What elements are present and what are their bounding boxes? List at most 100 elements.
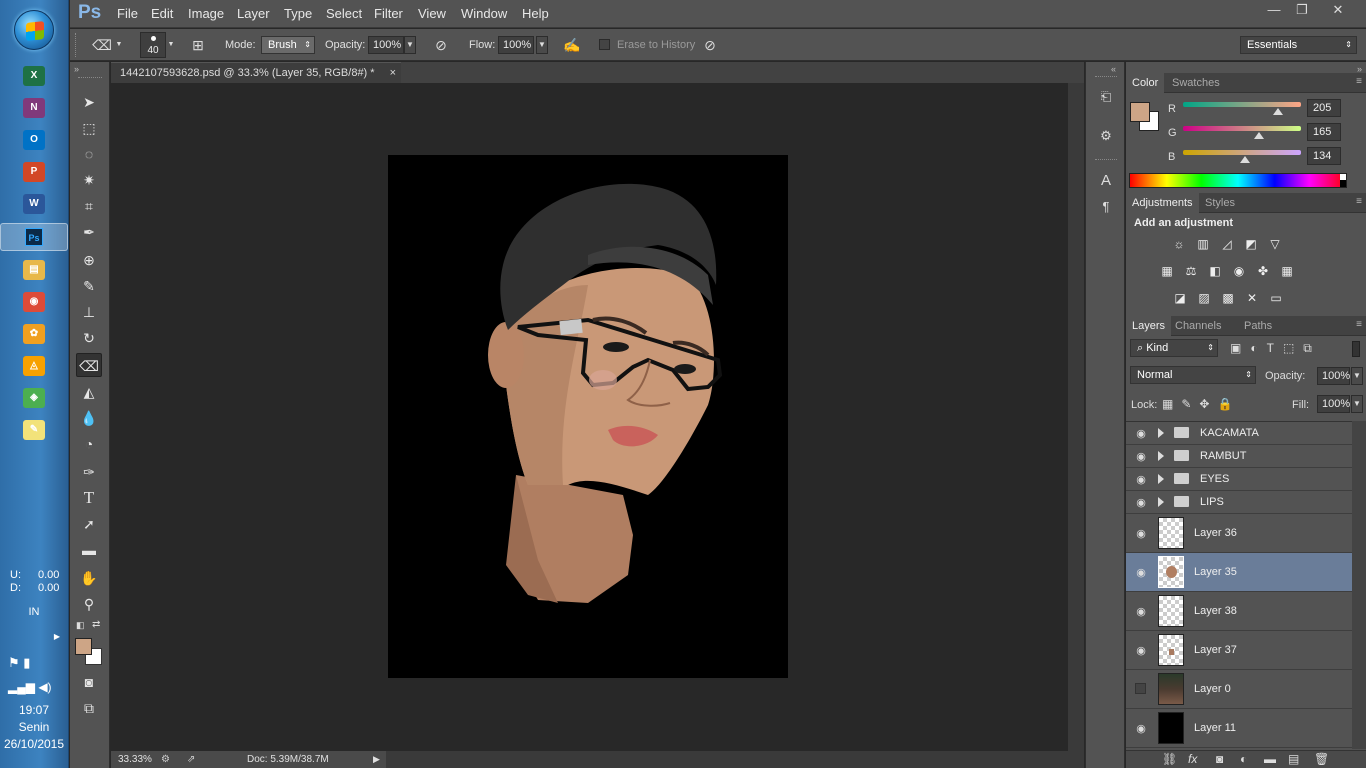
layer-mask-icon[interactable]: ◙ [1216, 752, 1223, 766]
expand-group-icon[interactable] [1158, 497, 1164, 507]
selective-color-icon[interactable]: ✕ [1243, 290, 1261, 306]
clock-time[interactable]: 19:07 [0, 703, 68, 717]
layer-group-row[interactable]: ◉ LIPS [1126, 491, 1352, 514]
layer-style-icon[interactable]: fx [1188, 752, 1197, 766]
tab-color[interactable]: Color [1126, 73, 1165, 93]
layer-name[interactable]: Layer 11 [1194, 722, 1236, 734]
volume-icon[interactable]: ◀) [38, 680, 51, 694]
layer-name[interactable]: Layer 35 [1194, 566, 1237, 578]
spectrum-black-swatch[interactable] [1340, 180, 1346, 187]
dodge-tool-icon[interactable]: ◔ [76, 432, 102, 456]
menu-help[interactable]: Help [522, 6, 549, 21]
posterize-icon[interactable]: ▨ [1195, 290, 1213, 306]
channel-r-slider[interactable] [1183, 102, 1301, 107]
lock-transparent-icon[interactable]: ▦ [1162, 397, 1181, 411]
taskbar-app-word[interactable]: W [23, 194, 45, 214]
exposure-icon[interactable]: ◩ [1242, 236, 1260, 252]
menu-view[interactable]: View [418, 6, 446, 21]
share-icon[interactable]: ⇗ [187, 751, 195, 768]
start-button[interactable] [14, 10, 54, 50]
hue-saturation-icon[interactable]: ▦ [1158, 263, 1176, 279]
minimize-button[interactable]: — [1260, 0, 1288, 20]
menu-filter[interactable]: Filter [374, 6, 403, 21]
menu-file[interactable]: File [117, 6, 138, 21]
layer-row[interactable]: Layer 0 [1126, 670, 1352, 709]
menu-edit[interactable]: Edit [151, 6, 173, 21]
history-brush-tool-icon[interactable]: ↻ [76, 326, 102, 350]
zoom-tool-icon[interactable]: ⚲ [76, 592, 102, 616]
channel-r-value[interactable]: 205 [1307, 99, 1341, 117]
erase-to-history-checkbox[interactable] [599, 39, 610, 50]
taskbar-app-explorer[interactable]: ▤ [23, 260, 45, 280]
tab-adjustments[interactable]: Adjustments [1126, 193, 1199, 213]
battery-icon[interactable]: ▮ [23, 655, 30, 670]
strip-grip[interactable] [1095, 76, 1117, 77]
tools-collapse-icon[interactable]: » [74, 64, 79, 74]
threshold-icon[interactable]: ▩ [1219, 290, 1237, 306]
document-canvas[interactable] [388, 155, 788, 678]
airbrush-icon[interactable]: ✍ [562, 36, 582, 56]
brush-panel-toggle-icon[interactable]: ⊞ [188, 36, 208, 56]
taskbar-app-outlook[interactable]: O [23, 130, 45, 150]
type-tool-icon[interactable]: T [76, 486, 102, 510]
layer-filter-select[interactable]: ⌕ Kind ⇕ [1130, 339, 1218, 357]
options-grip[interactable] [75, 33, 78, 57]
document-tab[interactable]: 1442107593628.psd @ 33.3% (Layer 35, RGB… [111, 62, 401, 83]
taskbar-app-app-green[interactable]: ◈ [23, 388, 45, 408]
marquee-tool-icon[interactable]: ⬚ [76, 116, 102, 140]
magic-wand-tool-icon[interactable]: ✷ [76, 168, 102, 192]
tray-icons-2[interactable]: ▂▄▆ ◀) [8, 680, 58, 694]
foreground-color-swatch[interactable] [75, 638, 92, 655]
layer-row[interactable]: ◉ Layer 36 [1126, 514, 1352, 553]
color-lookup-icon[interactable]: ▦ [1278, 263, 1296, 279]
expand-panels-icon[interactable]: « [1111, 64, 1116, 74]
workspace-select[interactable]: Essentials ⇕ [1240, 36, 1357, 54]
brush-size-picker[interactable]: 40 [140, 32, 166, 58]
filter-adjustment-icon[interactable]: ◐ [1250, 341, 1266, 355]
taskbar-app-notepad[interactable]: ✎ [23, 420, 45, 440]
blend-mode-select[interactable]: Normal ⇕ [1130, 366, 1256, 384]
clock-date[interactable]: 26/10/2015 [0, 737, 68, 751]
link-layers-icon[interactable]: ⛓ [1162, 752, 1177, 766]
lock-pixels-icon[interactable]: ✎ [1181, 397, 1199, 411]
color-balance-icon[interactable]: ⚖ [1182, 263, 1200, 279]
layers-panel-menu-icon[interactable]: ≡ [1356, 319, 1362, 330]
crop-tool-icon[interactable]: ⌗ [76, 194, 102, 218]
layer-opacity-input[interactable]: 100% [1317, 367, 1350, 385]
language-indicator[interactable]: IN [0, 606, 68, 618]
tools-grip[interactable] [78, 77, 102, 80]
tab-styles[interactable]: Styles [1199, 193, 1241, 213]
filter-pixel-icon[interactable]: ▣ [1230, 341, 1250, 355]
taskbar-app-chrome[interactable]: ◉ [23, 292, 45, 312]
history-panel-icon[interactable]: ⎗ [1095, 89, 1117, 109]
lock-position-icon[interactable]: ✥ [1199, 397, 1217, 411]
layer-group-row[interactable]: ◉ KACAMATA [1126, 422, 1352, 445]
layer-group-row[interactable]: ◉ EYES [1126, 468, 1352, 491]
menu-window[interactable]: Window [461, 6, 507, 21]
delete-layer-icon[interactable]: 🗑 [1314, 752, 1329, 766]
channel-g-thumb[interactable] [1254, 132, 1265, 139]
visibility-eye-icon[interactable]: ◉ [1134, 496, 1148, 509]
layer-opacity-dropdown-icon[interactable]: ▼ [1351, 367, 1363, 385]
lock-all-icon[interactable]: 🔒 [1217, 397, 1240, 411]
expand-group-icon[interactable] [1158, 474, 1164, 484]
menu-layer[interactable]: Layer [237, 6, 270, 21]
photo-filter-icon[interactable]: ◉ [1230, 263, 1248, 279]
visibility-eye-icon[interactable]: ◉ [1134, 644, 1148, 657]
layer-row[interactable]: ◉ Layer 38 [1126, 592, 1352, 631]
pressure-opacity-icon[interactable]: ⊘ [431, 36, 451, 56]
gradient-map-icon[interactable]: ▭ [1267, 290, 1285, 306]
layers-scrollbar[interactable] [1352, 421, 1366, 749]
signal-icon[interactable]: ▂▄▆ [8, 680, 35, 694]
zoom-level[interactable]: 33.33% [118, 751, 152, 768]
layer-name[interactable]: Layer 0 [1194, 683, 1231, 695]
swap-colors-icon[interactable]: ⇄ [92, 619, 100, 630]
channel-g-value[interactable]: 165 [1307, 123, 1341, 141]
taskbar-app-onenote[interactable]: N [23, 98, 45, 118]
flow-dropdown-icon[interactable]: ▼ [536, 36, 548, 54]
menu-image[interactable]: Image [188, 6, 224, 21]
clone-stamp-tool-icon[interactable]: ⊥ [76, 300, 102, 324]
tab-paths[interactable]: Paths [1238, 316, 1278, 336]
visibility-eye-icon[interactable]: ◉ [1134, 427, 1148, 440]
black-white-icon[interactable]: ◧ [1206, 263, 1224, 279]
